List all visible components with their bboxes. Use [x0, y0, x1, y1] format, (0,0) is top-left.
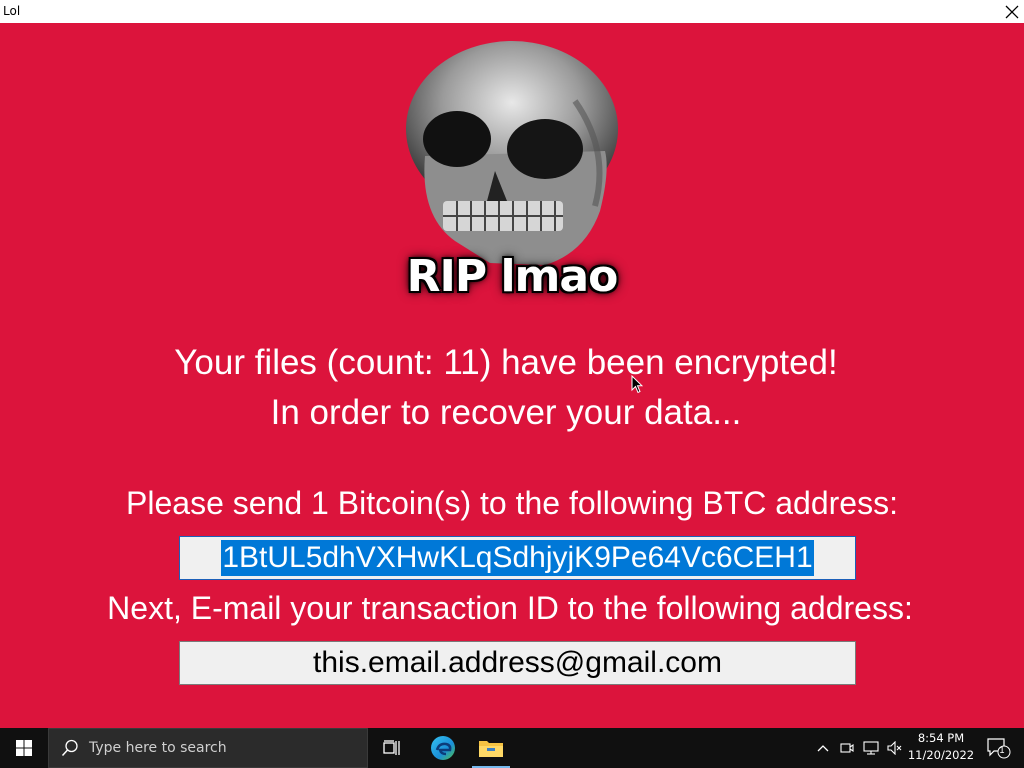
payment-instruction: Please send 1 Bitcoin(s) to the followin… — [126, 485, 898, 521]
tray-overflow-button[interactable] — [813, 728, 833, 768]
chevron-up-icon — [817, 745, 829, 752]
clock-time: 8:54 PM — [917, 731, 965, 745]
window-title: Lol — [3, 4, 21, 18]
skull-icon — [406, 41, 618, 265]
taskbar-edge[interactable] — [420, 728, 466, 768]
close-icon — [1005, 5, 1019, 18]
search-placeholder: Type here to search — [89, 740, 227, 756]
notification-count-badge: 1 — [999, 745, 1005, 755]
taskbar-file-explorer[interactable] — [468, 728, 514, 768]
email-instruction: Next, E-mail your transaction ID to the … — [107, 590, 913, 626]
start-button[interactable] — [0, 728, 48, 768]
windows-icon — [16, 740, 32, 756]
btc-address-field[interactable]: 1BtUL5dhVXHwKLqSdhjyjK9Pe64Vc6CEH1 — [179, 536, 856, 580]
ransom-window-body: RIP lmao Your files (count: 11) have bee… — [0, 23, 1024, 728]
network-button[interactable] — [860, 728, 882, 768]
taskbar-search-box[interactable]: Type here to search — [48, 728, 368, 768]
rip-logo-text: RIP lmao — [406, 251, 619, 302]
recover-notice: In order to recover your data... — [270, 393, 742, 432]
encrypted-notice: Your files (count: 11) have been encrypt… — [174, 343, 838, 382]
volume-muted-icon — [887, 741, 902, 755]
email-address-value: this.email.address@gmail.com — [313, 646, 722, 679]
clock-date: 11/20/2022 — [907, 748, 975, 762]
taskbar: Type here to search 8:54 PM 11/20/2022 1 — [0, 728, 1024, 768]
close-button[interactable] — [1000, 0, 1024, 23]
search-icon — [61, 739, 78, 757]
edge-icon — [431, 736, 455, 760]
folder-icon — [479, 741, 503, 757]
window-titlebar: Lol — [0, 0, 1024, 23]
btc-address-value: 1BtUL5dhVXHwKLqSdhjyjK9Pe64Vc6CEH1 — [221, 540, 814, 576]
action-center-button[interactable]: 1 — [982, 728, 1016, 768]
mouse-cursor-icon — [631, 374, 644, 399]
meet-now-button[interactable] — [837, 728, 857, 768]
camera-icon — [840, 743, 854, 753]
network-icon — [863, 741, 879, 755]
task-view-icon — [383, 740, 400, 755]
volume-button[interactable] — [884, 728, 906, 768]
task-view-button[interactable] — [370, 728, 414, 768]
system-clock[interactable]: 8:54 PM 11/20/2022 — [906, 730, 976, 764]
email-address-field[interactable]: this.email.address@gmail.com — [179, 641, 856, 685]
